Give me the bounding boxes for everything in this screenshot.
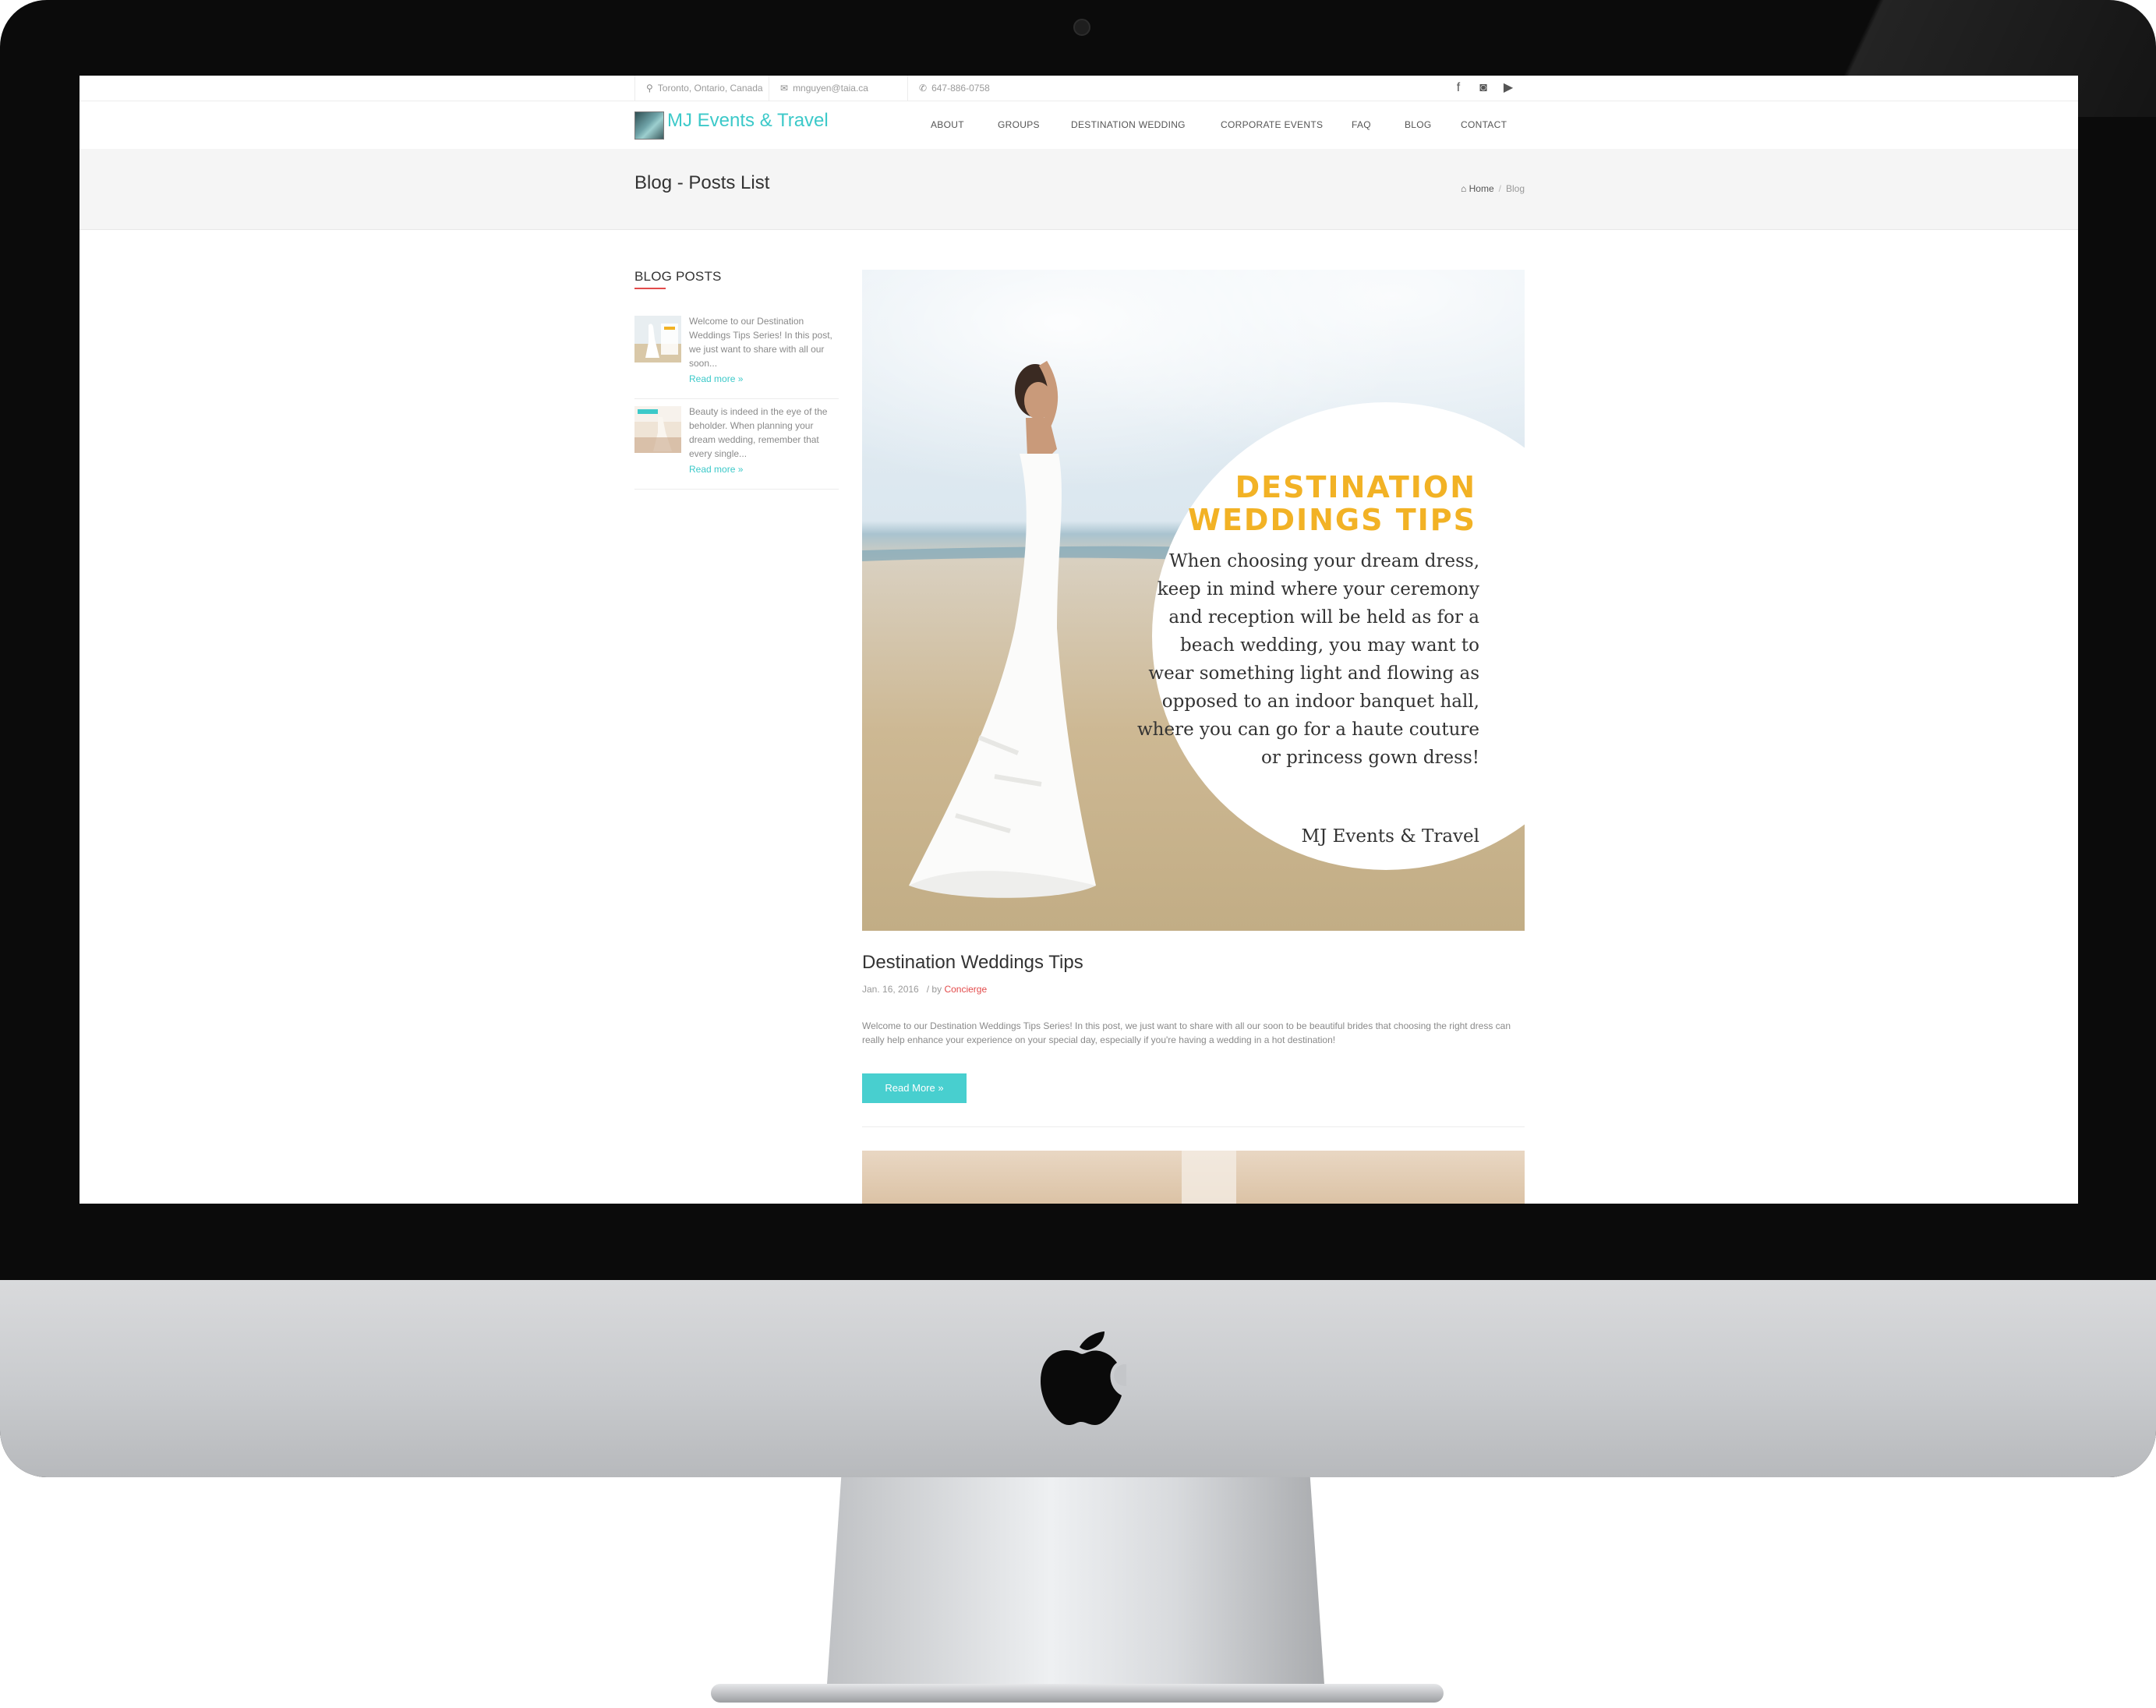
- sidebar-post-thumbnail[interactable]: [634, 406, 681, 453]
- read-more-button[interactable]: Read More »: [862, 1073, 967, 1103]
- post-date: Jan. 16, 2016: [862, 984, 919, 995]
- sidebar-read-more[interactable]: Read more »: [689, 464, 743, 475]
- image-title: DESTINATION WEDDINGS TIPS: [1188, 470, 1476, 537]
- post-title[interactable]: Destination Weddings Tips: [862, 952, 1083, 974]
- post-featured-image[interactable]: DESTINATION WEDDINGS TIPS When choosing …: [862, 270, 1525, 931]
- image-signature: MJ Events & Travel: [1301, 826, 1479, 847]
- post-divider: [862, 1126, 1525, 1127]
- post-meta: Jan. 16, 2016 / by Concierge: [862, 984, 987, 995]
- sidebar-post-item[interactable]: Welcome to our Destination Weddings Tips…: [634, 316, 839, 399]
- browser-screen: ⚲ Toronto, Ontario, Canada ✉ mnguyen@taia.…: [80, 76, 2078, 1204]
- post-by: / by: [926, 984, 942, 995]
- camera: [1073, 19, 1090, 36]
- next-post-dress: [1182, 1151, 1236, 1204]
- sidebar-read-more[interactable]: Read more »: [689, 373, 743, 384]
- monitor-stand: [826, 1477, 1325, 1696]
- sidebar-post-excerpt: Beauty is indeed in the eye of the behol…: [689, 406, 828, 459]
- sidebar-post-thumbnail[interactable]: [634, 316, 681, 362]
- post-author[interactable]: Concierge: [944, 984, 987, 995]
- image-body-text: When choosing your dream dress, keep in …: [1137, 551, 1479, 768]
- post-excerpt: Welcome to our Destination Weddings Tips…: [862, 1020, 1511, 1045]
- apple-logo-icon: [1041, 1331, 1126, 1425]
- sidebar-heading-underline: [634, 288, 666, 289]
- sidebar-post-excerpt: Welcome to our Destination Weddings Tips…: [689, 316, 832, 369]
- monitor-stand-foot: [711, 1684, 1444, 1703]
- content-container: BLOG POSTS Welcome to our Destination We…: [634, 76, 1525, 1204]
- sidebar-post-item[interactable]: Beauty is indeed in the eye of the behol…: [634, 406, 839, 490]
- imac-monitor: ⚲ Toronto, Ontario, Canada ✉ mnguyen@taia.…: [0, 0, 2156, 1477]
- next-post-image[interactable]: [862, 1151, 1525, 1204]
- sidebar-heading: BLOG POSTS: [634, 269, 722, 284]
